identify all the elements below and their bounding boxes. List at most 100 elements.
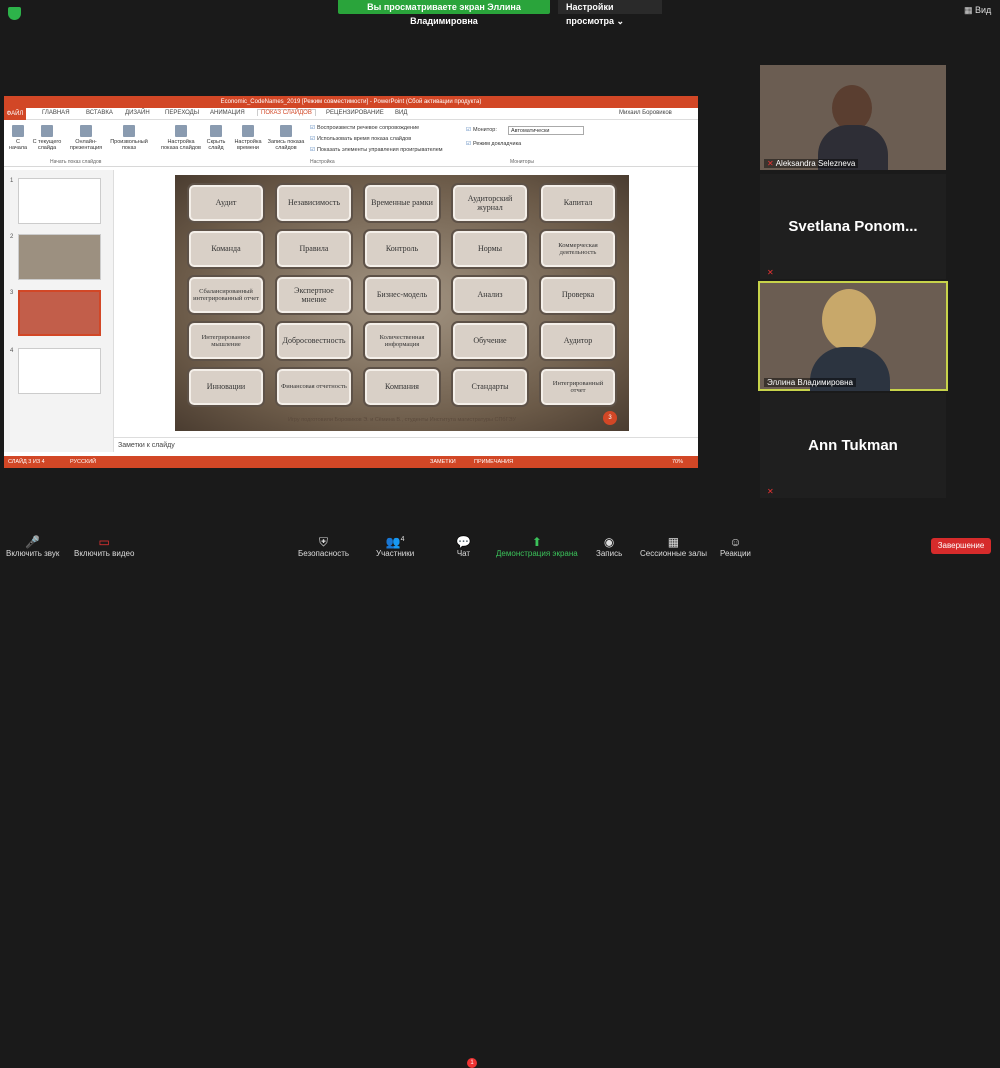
mic-off-icon: 🎤	[25, 535, 41, 549]
group-label-start: Начать показ слайдов	[50, 159, 102, 165]
participant-name: Эллина Владимировна	[764, 378, 856, 387]
slide-thumbnails: 1 2 3 4	[4, 170, 114, 452]
ribbon: С начала С текущего слайда Онлайн-презен…	[4, 121, 698, 167]
game-card: Капитал	[539, 183, 617, 223]
status-bar: СЛАЙД 3 ИЗ 4 РУССКИЙ ЗАМЕТКИ ПРИМЕЧАНИЯ …	[4, 456, 698, 468]
game-card: Количественная информация	[363, 321, 441, 361]
game-card: Обучение	[451, 321, 529, 361]
participant-tile[interactable]: ✕ Aleksandra Selezneva	[760, 65, 946, 170]
checkbox-timings[interactable]: Использовать время показа слайдов	[310, 136, 411, 142]
status-language[interactable]: РУССКИЙ	[70, 456, 96, 468]
thumb-number: 3	[10, 290, 14, 296]
muted-mic-icon: ✕	[767, 159, 774, 168]
participants-button[interactable]: 👥4 Участники	[376, 535, 414, 558]
user-name[interactable]: Михаил Боровиков	[619, 110, 672, 116]
slide-thumbnail-2[interactable]	[18, 234, 101, 280]
window-title: Economic_CodeNames_2019 [Режим совместим…	[4, 96, 698, 108]
game-card: Интегрированный отчет	[539, 367, 617, 407]
share-banner: Вы просматриваете экран Эллина Владимиро…	[338, 0, 550, 26]
breakout-rooms-button[interactable]: ▦ Сессионные залы	[640, 535, 707, 558]
people-icon: 👥4	[385, 535, 405, 549]
record-slideshow-button[interactable]: Запись показа слайдов	[266, 125, 306, 151]
from-current-button[interactable]: С текущего слайда	[32, 125, 62, 151]
slide-footer: Игру подготовили Боровиков Э. и Сёмина В…	[287, 417, 517, 423]
from-start-button[interactable]: С начала	[8, 125, 28, 151]
tab-animation[interactable]: АНИМАЦИЯ	[210, 110, 245, 116]
participant-name: ✕ Aleksandra Selezneva	[764, 159, 859, 168]
tab-home[interactable]: ГЛАВНАЯ	[42, 110, 70, 116]
tab-file[interactable]: ФАЙЛ	[4, 108, 26, 120]
emoji-icon: ☺	[729, 535, 742, 549]
checkbox-media-controls[interactable]: Показать элементы управления проигрывате…	[310, 147, 443, 153]
record-icon: ◉	[603, 535, 615, 549]
participant-tile-active[interactable]: Эллина Владимировна	[758, 281, 948, 391]
muted-mic-icon: ✕	[767, 487, 774, 496]
view-button[interactable]: ▦ Вид	[964, 5, 991, 16]
slide-number: 3	[603, 411, 617, 425]
checkbox-presenter-view[interactable]: Режим докладчика	[466, 141, 521, 147]
game-card: Стандарты	[451, 367, 529, 407]
game-card: Нормы	[451, 229, 529, 269]
status-slide: СЛАЙД 3 ИЗ 4	[8, 459, 45, 465]
game-card: Компания	[363, 367, 441, 407]
participant-tile[interactable]: Svetlana Ponom... ✕	[760, 174, 946, 279]
participant-tile[interactable]: Ann Tukman ✕	[760, 393, 946, 498]
game-card: Аудиторский журнал	[451, 183, 529, 223]
game-card: Интегрированное мышление	[187, 321, 265, 361]
online-presentation-button[interactable]: Онлайн-презентация	[66, 125, 106, 151]
video-off-icon: ▭	[98, 535, 110, 549]
monitor-label: Монитор:	[466, 127, 497, 133]
ribbon-tabs: ФАЙЛ ГЛАВНАЯ ВСТАВКА ДИЗАЙН ПЕРЕХОДЫ АНИ…	[4, 108, 698, 120]
view-settings-button[interactable]: Настройки просмотра ⌄	[558, 0, 662, 26]
end-meeting-button[interactable]: Завершение	[931, 538, 991, 554]
game-card: Коммерческая деятельность	[539, 229, 617, 269]
setup-slideshow-button[interactable]: Настройка показа слайдов	[160, 125, 202, 151]
record-button[interactable]: ◉ Запись	[596, 535, 622, 558]
status-zoom[interactable]: 70%	[672, 456, 683, 468]
chat-icon: 💬	[456, 535, 471, 549]
shield-icon: ⛨	[319, 535, 329, 549]
thumb-number: 4	[10, 348, 14, 354]
share-arrow-icon: ⬆	[531, 535, 542, 549]
checkbox-narration[interactable]: Воспроизвести речевое сопровождение	[310, 125, 419, 131]
tab-review[interactable]: РЕЦЕНЗИРОВАНИЕ	[326, 110, 384, 116]
security-shield-icon[interactable]	[8, 7, 21, 20]
tab-transitions[interactable]: ПЕРЕХОДЫ	[165, 110, 199, 116]
grid-icon: ▦	[667, 535, 680, 549]
monitor-select[interactable]: Автоматически	[508, 126, 584, 135]
game-card: Аудит	[187, 183, 265, 223]
chat-badge: 1	[467, 1058, 477, 1068]
custom-show-button[interactable]: Произвольный показ	[110, 125, 148, 151]
notes-pane[interactable]: Заметки к слайду	[114, 437, 698, 453]
game-card: Добросовестность	[275, 321, 353, 361]
chat-button[interactable]: 💬 Чат	[456, 535, 471, 558]
slide-thumbnail-1[interactable]	[18, 178, 101, 224]
muted-mic-icon: ✕	[767, 268, 774, 277]
tab-design[interactable]: ДИЗАЙН	[125, 110, 150, 116]
game-card: Проверка	[539, 275, 617, 315]
reactions-button[interactable]: ☺ Реакции	[720, 535, 751, 558]
group-label-setup: Настройка	[310, 159, 335, 165]
game-card: Бизнес-модель	[363, 275, 441, 315]
tab-slideshow[interactable]: ПОКАЗ СЛАЙДОВ	[257, 109, 316, 116]
game-card: Контроль	[363, 229, 441, 269]
zoom-toolbar: 🎤 Включить звук ▭ Включить видео ⛨ Безопасн…	[0, 528, 1000, 1068]
participant-name-large: Ann Tukman	[808, 437, 898, 454]
tab-insert[interactable]: ВСТАВКА	[86, 110, 113, 116]
start-video-button[interactable]: ▭ Включить видео	[74, 535, 134, 558]
thumb-number: 2	[10, 234, 14, 240]
game-card: Независимость	[275, 183, 353, 223]
slide-canvas[interactable]: Аудит Независимость Временные рамки Аудитор…	[175, 175, 629, 431]
status-notes[interactable]: ЗАМЕТКИ	[430, 456, 456, 468]
slide-thumbnail-4[interactable]	[18, 348, 101, 394]
tab-view[interactable]: ВИД	[395, 110, 407, 116]
game-card: Временные рамки	[363, 183, 441, 223]
security-button[interactable]: ⛨ Безопасность	[298, 535, 349, 558]
slide-thumbnail-3[interactable]	[18, 290, 101, 336]
unmute-button[interactable]: 🎤 Включить звук	[6, 535, 59, 558]
hide-slide-button[interactable]: Скрыть слайд	[204, 125, 228, 151]
rehearse-timings-button[interactable]: Настройка времени	[232, 125, 264, 151]
status-comments[interactable]: ПРИМЕЧАНИЯ	[474, 456, 513, 468]
game-card: Экспертное мнение	[275, 275, 353, 315]
share-screen-button[interactable]: ⬆ Демонстрация экрана	[496, 535, 578, 558]
